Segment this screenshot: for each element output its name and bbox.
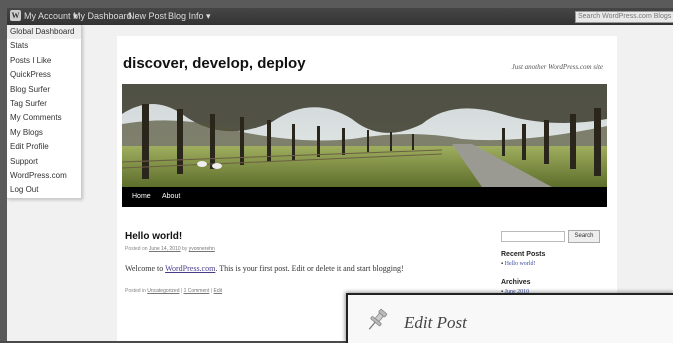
post-date-link[interactable]: June 14, 2010 xyxy=(149,246,181,252)
recent-post-item[interactable]: ▪ Hello world! xyxy=(501,261,535,267)
nav-home-link[interactable]: Home xyxy=(132,193,151,200)
comments-link[interactable]: 1 Comment xyxy=(184,288,210,294)
category-link[interactable]: Uncategorized xyxy=(147,288,179,294)
menu-item-global-dashboard[interactable]: Global Dashboard xyxy=(7,25,81,40)
post-content: Welcome to WordPress.com. This is your f… xyxy=(125,264,404,273)
pushpin-icon xyxy=(364,307,390,333)
new-post-link[interactable]: New Post xyxy=(128,11,167,21)
wordpress-link[interactable]: WordPress.com xyxy=(165,264,215,273)
menu-item-edit-profile[interactable]: Edit Profile xyxy=(7,140,81,154)
menu-item-wordpress-com[interactable]: WordPress.com xyxy=(7,169,81,183)
sidebar-search-input[interactable] xyxy=(501,231,565,242)
my-account-dropdown: Global Dashboard Stats Posts I Like Quic… xyxy=(7,25,82,199)
menu-item-quickpress[interactable]: QuickPress xyxy=(7,68,81,82)
search-input[interactable]: Search WordPress.com Blogs xyxy=(575,11,673,23)
menu-item-tag-surfer[interactable]: Tag Surfer xyxy=(7,97,81,111)
recent-post-link[interactable]: Hello world! xyxy=(505,261,536,267)
post-text-after: . This is your first post. Edit or delet… xyxy=(215,264,404,273)
menu-item-blog-surfer[interactable]: Blog Surfer xyxy=(7,83,81,97)
posted-in-label: Posted in xyxy=(125,288,146,294)
chevron-down-icon: ▾ xyxy=(206,11,211,21)
nav-about-link[interactable]: About xyxy=(162,193,180,200)
post-meta: Posted on June 14, 2010 by yvonnerehn xyxy=(125,246,215,252)
archives-heading: Archives xyxy=(501,279,531,286)
admin-bar: W My Account ▾ My Dashboard New Post Blo… xyxy=(7,8,673,25)
menu-item-support[interactable]: Support xyxy=(7,155,81,169)
menu-item-my-blogs[interactable]: My Blogs xyxy=(7,126,81,140)
menu-item-stats[interactable]: Stats xyxy=(7,39,81,53)
nav-bar: Home About xyxy=(122,187,607,207)
site-description: Just another WordPress.com site xyxy=(511,63,603,71)
edit-post-title: Edit Post xyxy=(404,313,467,332)
blog-info-label: Blog Info xyxy=(168,11,204,21)
wordpress-logo-icon[interactable]: W xyxy=(10,10,21,21)
post-text-before: Welcome to xyxy=(125,264,166,273)
edit-post-panel: Edit Post xyxy=(346,293,673,343)
menu-item-log-out[interactable]: Log Out xyxy=(7,183,81,197)
post-author-link[interactable]: yvonnerehn xyxy=(189,246,215,252)
recent-posts-heading: Recent Posts xyxy=(501,251,546,258)
site-title[interactable]: discover, develop, deploy xyxy=(123,55,306,72)
my-account-label: My Account xyxy=(24,11,71,21)
menu-item-my-comments[interactable]: My Comments xyxy=(7,111,81,125)
blog-info-menu[interactable]: Blog Info ▾ xyxy=(168,11,211,22)
post-utility: Posted in Uncategorized | 1 Comment | Ed… xyxy=(125,288,222,294)
posted-on-label: Posted on xyxy=(125,246,148,252)
post-title[interactable]: Hello world! xyxy=(125,231,182,242)
my-account-menu[interactable]: My Account ▾ xyxy=(24,11,78,22)
edit-link[interactable]: Edit xyxy=(214,288,223,294)
header-image xyxy=(122,84,607,187)
window-frame: W My Account ▾ My Dashboard New Post Blo… xyxy=(0,0,673,341)
my-dashboard-link[interactable]: My Dashboard xyxy=(73,11,132,21)
menu-item-posts-i-like[interactable]: Posts I Like xyxy=(7,54,81,68)
sidebar-search-button[interactable]: Search xyxy=(568,230,600,243)
browser-viewport: W My Account ▾ My Dashboard New Post Blo… xyxy=(7,8,673,341)
by-label: by xyxy=(182,246,188,252)
